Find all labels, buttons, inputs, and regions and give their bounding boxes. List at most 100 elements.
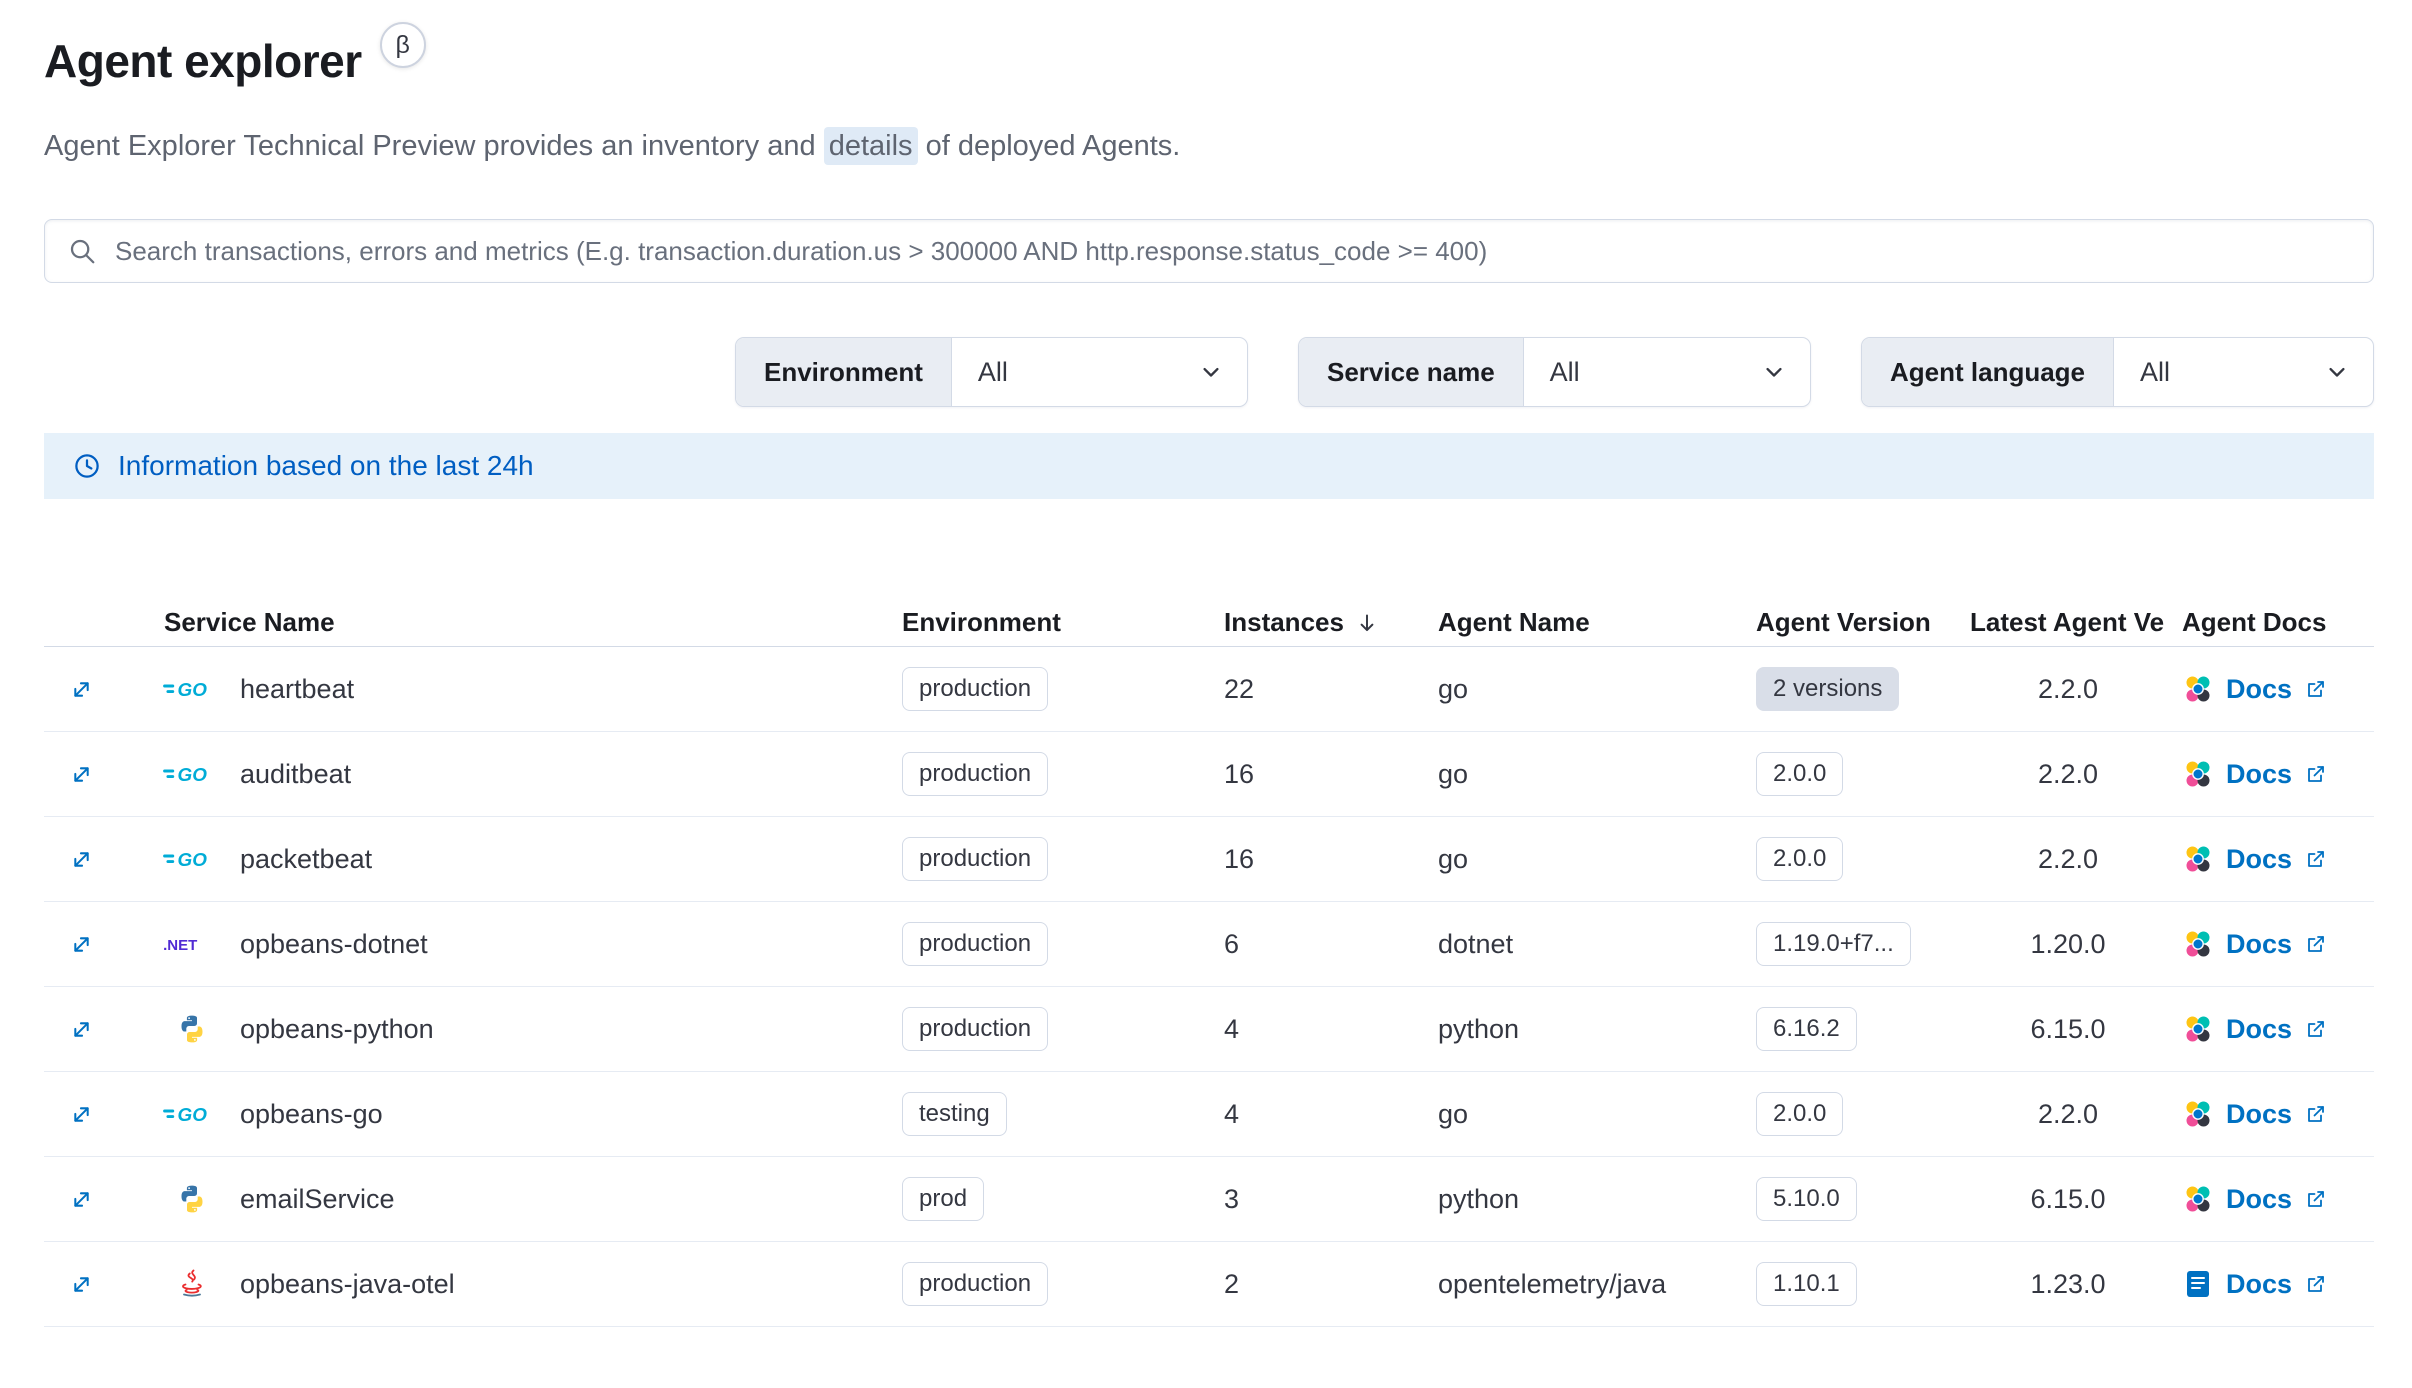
filter-service-name-label: Service name [1299, 338, 1524, 406]
filter-agent-language: Agent language All [1861, 337, 2374, 407]
expand-row-button[interactable] [58, 666, 104, 712]
expand-row-button[interactable] [58, 751, 104, 797]
filter-service-name-select[interactable]: All [1524, 338, 1810, 406]
table-row: GO auditbeat production 16 go 2.0.0 2.2.… [44, 732, 2374, 817]
go-icon: GO [162, 1096, 222, 1132]
col-agent-docs[interactable]: Agent Docs [2174, 607, 2374, 638]
col-service-name[interactable]: Service Name [136, 607, 894, 638]
col-latest-agent-version[interactable]: Latest Agent Ve [1962, 607, 2174, 638]
expand-icon [68, 1101, 95, 1128]
agent-docs-link[interactable]: Docs [2182, 1098, 2328, 1130]
instances-cell: 3 [1216, 1184, 1430, 1215]
agent-docs-link[interactable]: Docs [2182, 673, 2328, 705]
page-subtitle: Agent Explorer Technical Preview provide… [44, 127, 2374, 165]
expand-row-button[interactable] [58, 1261, 104, 1307]
elastic-icon [2182, 843, 2214, 875]
agent-name-cell: go [1430, 844, 1748, 875]
docs-link-label: Docs [2226, 1268, 2293, 1299]
agent-version-badge: 2.0.0 [1756, 751, 1844, 797]
instances-cell: 4 [1216, 1014, 1430, 1045]
table-row: opbeans-java-otel production 2 opentelem… [44, 1242, 2374, 1327]
latest-agent-version: 2.2.0 [2037, 758, 2099, 789]
elastic-icon [2182, 1013, 2214, 1045]
latest-agent-version: 1.23.0 [2030, 1268, 2106, 1299]
agent-docs-cell: Docs [2174, 673, 2374, 705]
col-agent-version[interactable]: Agent Version [1748, 607, 1962, 638]
agent-name-cell: go [1430, 674, 1748, 705]
col-instances-label: Instances [1224, 607, 1344, 637]
environment-cell: production [894, 921, 1216, 967]
agent-docs-link[interactable]: Docs [2182, 843, 2328, 875]
filter-agent-language-select[interactable]: All [2114, 338, 2373, 406]
agent-name: go [1438, 1098, 1469, 1129]
expand-row-button[interactable] [58, 921, 104, 967]
agent-version-cell: 5.10.0 [1748, 1176, 1962, 1222]
agent-name: go [1438, 673, 1469, 704]
expand-cell [44, 1091, 136, 1137]
docs-link-label: Docs [2226, 1098, 2293, 1129]
agent-docs-link[interactable]: Docs [2182, 928, 2328, 960]
agent-name: python [1438, 1013, 1520, 1044]
agent-name: opentelemetry/java [1438, 1268, 1667, 1299]
subtitle-highlight: details [823, 127, 918, 165]
instances-cell: 16 [1216, 759, 1430, 790]
expand-row-button[interactable] [58, 1006, 104, 1052]
filter-service-name-value: All [1549, 356, 1580, 387]
agent-name-cell: dotnet [1430, 929, 1748, 960]
environment-badge: testing [902, 1091, 1007, 1137]
latest-agent-version: 2.2.0 [2037, 843, 2099, 874]
external-link-icon [2304, 1187, 2328, 1211]
col-agent-name[interactable]: Agent Name [1430, 607, 1748, 638]
instances-value: 2 [1224, 1268, 1240, 1299]
service-name: packetbeat [240, 843, 373, 874]
service-name-cell: .NET opbeans-dotnet [136, 926, 894, 962]
expand-row-button[interactable] [58, 1091, 104, 1137]
agent-name-cell: python [1430, 1184, 1748, 1215]
expand-icon [68, 1016, 95, 1043]
environment-badge: prod [902, 1176, 985, 1222]
service-name: auditbeat [240, 758, 352, 789]
latest-agent-version-cell: 2.2.0 [1962, 759, 2174, 790]
agent-docs-cell: Docs [2174, 758, 2374, 790]
java-icon [162, 1266, 222, 1302]
col-environment[interactable]: Environment [894, 607, 1216, 638]
search-bar[interactable] [44, 219, 2374, 283]
elastic-icon [2182, 1183, 2214, 1215]
agent-version-badge: 2.0.0 [1756, 1091, 1844, 1137]
expand-row-button[interactable] [58, 836, 104, 882]
service-name: opbeans-java-otel [240, 1268, 455, 1299]
environment-badge: production [902, 921, 1049, 967]
expand-row-button[interactable] [58, 1176, 104, 1222]
agent-version-badge[interactable]: 2 versions [1756, 666, 1900, 712]
page-header: Agent explorer β [44, 22, 2374, 88]
agent-name: python [1438, 1183, 1520, 1214]
service-name: opbeans-python [240, 1013, 434, 1044]
agent-docs-link[interactable]: Docs [2182, 1183, 2328, 1215]
instances-cell: 22 [1216, 674, 1430, 705]
agent-docs-link[interactable]: Docs [2182, 1013, 2328, 1045]
environment-cell: production [894, 751, 1216, 797]
instances-cell: 2 [1216, 1269, 1430, 1300]
chevron-down-icon [1760, 358, 1788, 386]
environment-badge: production [902, 751, 1049, 797]
table-row: opbeans-python production 4 python 6.16.… [44, 987, 2374, 1072]
agent-docs-cell: Docs [2174, 1183, 2374, 1215]
table-row: GO heartbeat production 22 go 2 versions… [44, 647, 2374, 732]
col-instances[interactable]: Instances [1216, 607, 1430, 638]
table-body: GO heartbeat production 22 go 2 versions… [44, 647, 2374, 1327]
filter-bar: Environment All Service name All Agent l… [44, 337, 2374, 407]
python-icon [162, 1181, 222, 1217]
agent-version-cell: 1.19.0+f7... [1748, 921, 1962, 967]
agent-version-badge: 5.10.0 [1756, 1176, 1857, 1222]
filter-environment-select[interactable]: All [952, 338, 1247, 406]
agent-docs-link[interactable]: Docs [2182, 758, 2328, 790]
latest-agent-version-cell: 1.20.0 [1962, 929, 2174, 960]
instances-value: 6 [1224, 928, 1240, 959]
search-input[interactable] [115, 235, 2351, 267]
instances-cell: 4 [1216, 1099, 1430, 1130]
agent-version-badge: 1.10.1 [1756, 1261, 1857, 1307]
latest-agent-version-cell: 6.15.0 [1962, 1014, 2174, 1045]
agent-docs-link[interactable]: Docs [2182, 1268, 2328, 1300]
external-link-icon [2304, 762, 2328, 786]
environment-badge: production [902, 1261, 1049, 1307]
